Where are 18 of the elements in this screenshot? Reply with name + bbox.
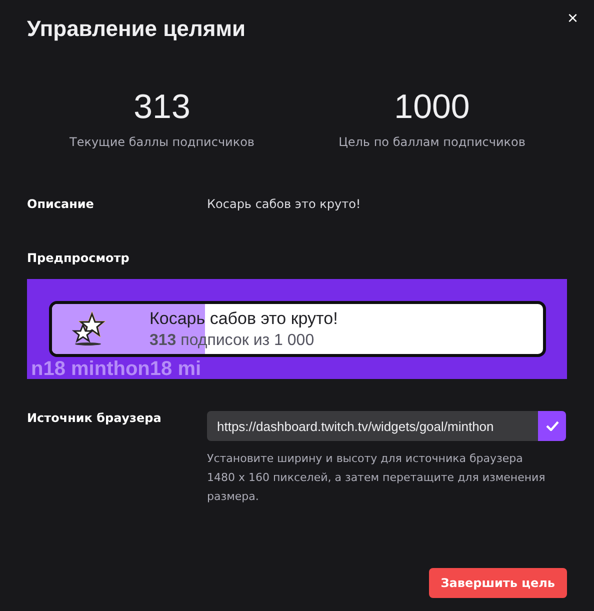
stat-value: 1000: [394, 88, 470, 127]
stat-label: Цель по баллам подписчиков: [338, 135, 526, 149]
description-value: Косарь сабов это круто!: [207, 197, 362, 211]
preview-label: Предпросмотр: [27, 251, 130, 265]
browser-source-label: Источник браузера: [27, 411, 162, 427]
confirm-button[interactable]: [538, 411, 566, 441]
stat-label: Текущие баллы подписчиков: [69, 135, 255, 149]
close-button[interactable]: ×: [565, 6, 580, 31]
banner-background-text: n18 minthon18 mi: [31, 359, 202, 379]
stars-icon: [70, 311, 106, 347]
stat-value: 313: [134, 88, 190, 127]
dialog-title: Управление целями: [27, 16, 246, 42]
description-label: Описание: [27, 197, 95, 211]
checkmark-icon: [546, 421, 558, 431]
goal-title: Косарь сабов это круто!: [150, 308, 338, 328]
end-goal-button[interactable]: Завершить цель: [428, 568, 567, 598]
url-field[interactable]: https://dashboard.twitch.tv/widgets/goal/minthon: [207, 411, 538, 441]
hint-text: Установите ширину и высоту для источника браузера 1480 x 160 пикселей, а затем перетащите для изменения размера.: [207, 451, 546, 505]
